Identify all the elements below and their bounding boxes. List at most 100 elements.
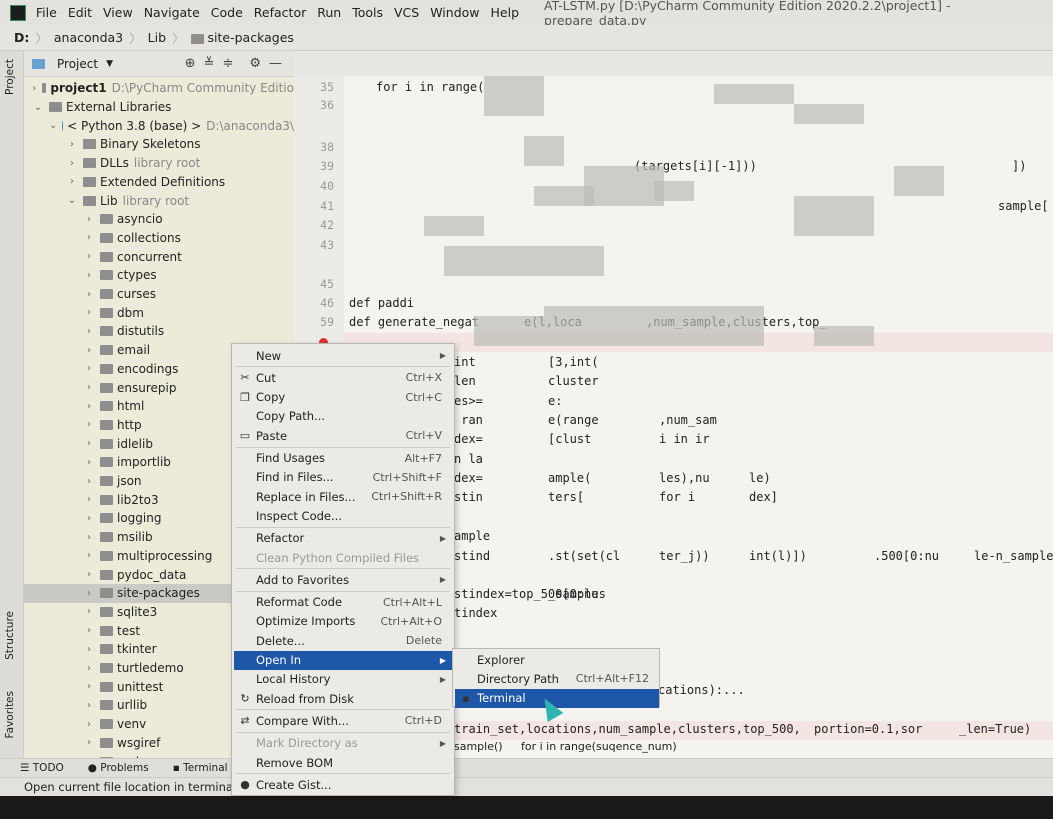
chevron-right-icon[interactable]: › bbox=[83, 513, 95, 524]
chevron-right-icon[interactable]: › bbox=[66, 158, 78, 169]
menu-item-local-history[interactable]: Local History ▶ bbox=[234, 670, 452, 689]
chevron-right-icon[interactable]: › bbox=[83, 457, 95, 468]
chevron-right-icon[interactable]: › bbox=[83, 214, 95, 225]
menu-edit[interactable]: Edit bbox=[68, 5, 92, 20]
chevron-right-icon[interactable]: › bbox=[83, 606, 95, 617]
tree-item[interactable]: › project1 D:\PyCharm Community Editio bbox=[24, 79, 294, 98]
menu-item-paste[interactable]: ▭ Paste Ctrl+V bbox=[234, 426, 452, 445]
menu-item-reformat-code[interactable]: Reformat Code Ctrl+Alt+L bbox=[234, 593, 452, 612]
crumb-drive[interactable]: D: bbox=[14, 30, 29, 45]
chevron-right-icon[interactable]: › bbox=[83, 663, 95, 674]
chevron-right-icon[interactable]: › bbox=[83, 438, 95, 449]
chevron-right-icon[interactable]: › bbox=[83, 307, 95, 318]
menu-vcs[interactable]: VCS bbox=[394, 5, 419, 20]
menu-item-create-gist[interactable]: ● Create Gist... bbox=[234, 775, 452, 794]
locate-icon[interactable]: ⊕ bbox=[185, 56, 196, 71]
gear-icon[interactable]: ⚙ bbox=[249, 56, 261, 71]
crumb-anaconda3[interactable]: anaconda3 bbox=[54, 30, 123, 45]
menu-item-copy[interactable]: ❐ Copy Ctrl+C bbox=[234, 388, 452, 407]
chevron-right-icon[interactable]: › bbox=[83, 363, 95, 374]
chevron-right-icon[interactable]: › bbox=[32, 83, 37, 94]
menu-navigate[interactable]: Navigate bbox=[144, 5, 200, 20]
chevron-right-icon[interactable]: › bbox=[83, 326, 95, 337]
code-text[interactable]: sample() bbox=[454, 740, 503, 753]
chevron-down-icon[interactable]: ⌄ bbox=[32, 102, 44, 113]
tree-item[interactable]: › Binary Skeletons bbox=[24, 135, 294, 154]
menu-tools[interactable]: Tools bbox=[352, 5, 383, 20]
chevron-right-icon[interactable]: › bbox=[83, 532, 95, 543]
chevron-right-icon[interactable]: › bbox=[83, 382, 95, 393]
menu-help[interactable]: Help bbox=[491, 5, 520, 20]
crumb-site-packages[interactable]: site-packages bbox=[190, 30, 300, 45]
tree-item[interactable]: › distutils bbox=[24, 322, 294, 341]
minimize-icon[interactable]: — bbox=[269, 56, 282, 71]
expand-all-icon[interactable]: ≚ bbox=[204, 56, 215, 71]
menu-file[interactable]: File bbox=[36, 5, 57, 20]
menu-item-directory-path[interactable]: Directory Path Ctrl+Alt+F12 bbox=[455, 669, 659, 688]
tree-item[interactable]: › asyncio bbox=[24, 210, 294, 229]
menu-item-delete[interactable]: Delete... Delete bbox=[234, 631, 452, 650]
chevron-right-icon[interactable]: › bbox=[83, 270, 95, 281]
tree-item[interactable]: › DLLs library root bbox=[24, 154, 294, 173]
chevron-right-icon[interactable]: › bbox=[83, 737, 95, 748]
tab-problems[interactable]: ● Problems bbox=[88, 762, 149, 774]
chevron-right-icon[interactable]: › bbox=[83, 569, 95, 580]
menu-run[interactable]: Run bbox=[317, 5, 341, 20]
menu-item-explorer[interactable]: Explorer bbox=[455, 650, 659, 669]
chevron-right-icon[interactable]: › bbox=[83, 289, 95, 300]
chevron-right-icon[interactable]: › bbox=[83, 345, 95, 356]
menu-item-optimize-imports[interactable]: Optimize Imports Ctrl+Alt+O bbox=[234, 612, 452, 631]
chevron-down-icon[interactable]: ⌄ bbox=[49, 120, 57, 131]
chevron-right-icon[interactable]: › bbox=[83, 550, 95, 561]
menu-window[interactable]: Window bbox=[430, 5, 479, 20]
menu-refactor[interactable]: Refactor bbox=[254, 5, 306, 20]
chevron-right-icon[interactable]: › bbox=[83, 401, 95, 412]
tree-item[interactable]: › collections bbox=[24, 229, 294, 248]
menu-item-find-in-files[interactable]: Find in Files... Ctrl+Shift+F bbox=[234, 468, 452, 487]
tree-item[interactable]: › Extended Definitions bbox=[24, 173, 294, 192]
menu-item-compare-with[interactable]: ⇄ Compare With... Ctrl+D bbox=[234, 711, 452, 730]
chevron-down-icon[interactable]: ▼ bbox=[106, 59, 113, 69]
tab-structure[interactable]: Structure bbox=[4, 611, 16, 660]
chevron-right-icon[interactable]: › bbox=[83, 476, 95, 487]
tree-item[interactable]: ⌄ < Python 3.8 (base) > D:\anaconda3\ bbox=[24, 116, 294, 135]
chevron-right-icon[interactable]: › bbox=[83, 719, 95, 730]
menu-item-find-usages[interactable]: Find Usages Alt+F7 bbox=[234, 449, 452, 468]
chevron-right-icon[interactable]: › bbox=[83, 681, 95, 692]
menu-item-replace-in-files[interactable]: Replace in Files... Ctrl+Shift+R bbox=[234, 487, 452, 506]
collapse-all-icon[interactable]: ≑ bbox=[222, 56, 233, 71]
chevron-right-icon[interactable]: › bbox=[83, 700, 95, 711]
tree-item[interactable]: › concurrent bbox=[24, 247, 294, 266]
project-view-selector[interactable]: Project bbox=[57, 57, 98, 71]
tab-terminal[interactable]: ▪ Terminal bbox=[173, 762, 228, 774]
tree-item[interactable]: › dbm bbox=[24, 303, 294, 322]
menu-item-new[interactable]: New ▶ bbox=[234, 346, 452, 365]
menu-item-inspect-code[interactable]: Inspect Code... bbox=[234, 506, 452, 525]
chevron-right-icon[interactable]: › bbox=[66, 139, 78, 150]
chevron-down-icon[interactable]: ⌄ bbox=[66, 195, 78, 206]
chevron-right-icon[interactable]: › bbox=[83, 644, 95, 655]
chevron-right-icon[interactable]: › bbox=[83, 251, 95, 262]
menu-item-copy-path[interactable]: Copy Path... bbox=[234, 407, 452, 426]
chevron-right-icon[interactable]: › bbox=[83, 625, 95, 636]
menu-view[interactable]: View bbox=[103, 5, 133, 20]
chevron-right-icon[interactable]: › bbox=[83, 588, 95, 599]
chevron-right-icon[interactable]: › bbox=[66, 176, 78, 187]
menu-item-refactor[interactable]: Refactor ▶ bbox=[234, 529, 452, 548]
tab-project[interactable]: Project bbox=[4, 59, 16, 95]
crumb-lib[interactable]: Lib bbox=[148, 30, 166, 45]
chevron-right-icon[interactable]: › bbox=[83, 232, 95, 243]
chevron-right-icon[interactable]: › bbox=[83, 494, 95, 505]
tree-item[interactable]: › curses bbox=[24, 285, 294, 304]
menu-item-cut[interactable]: ✂ Cut Ctrl+X bbox=[234, 368, 452, 387]
tab-todo[interactable]: ☰ TODO bbox=[20, 762, 64, 774]
menu-item-remove-bom[interactable]: Remove BOM bbox=[234, 753, 452, 772]
tree-item[interactable]: ⌄ Lib library root bbox=[24, 191, 294, 210]
tree-item[interactable]: › ctypes bbox=[24, 266, 294, 285]
tab-favorites[interactable]: Favorites bbox=[4, 691, 16, 738]
menu-item-open-in[interactable]: Open In ▶ bbox=[234, 650, 452, 670]
chevron-right-icon[interactable]: › bbox=[83, 419, 95, 430]
tree-item[interactable]: ⌄ External Libraries bbox=[24, 98, 294, 117]
code-text[interactable]: for i in range(suqence_num) bbox=[521, 740, 677, 753]
menu-code[interactable]: Code bbox=[211, 5, 243, 20]
